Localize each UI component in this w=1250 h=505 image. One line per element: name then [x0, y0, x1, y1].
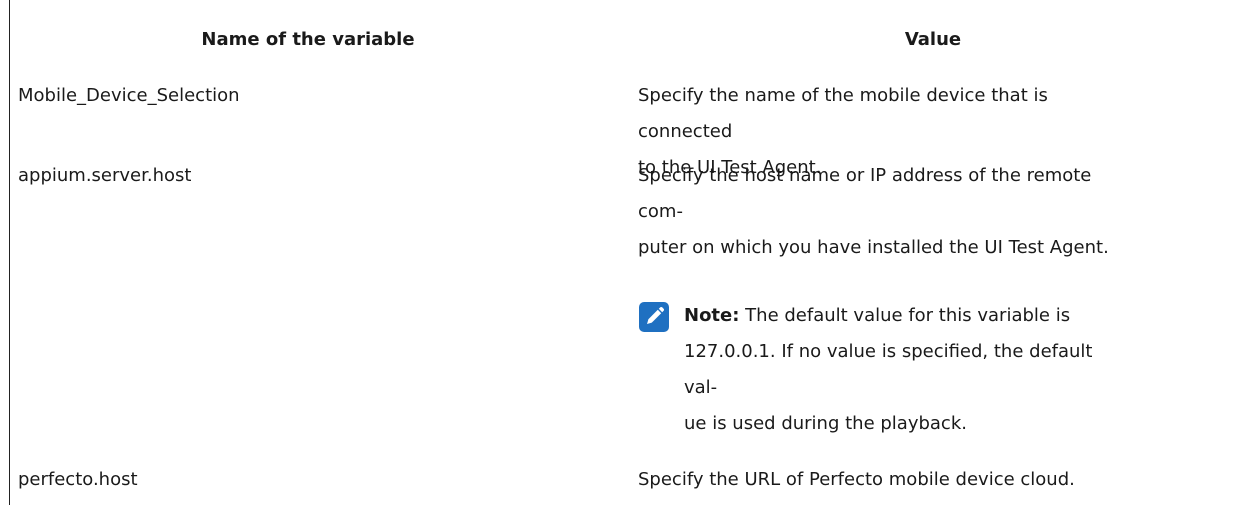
table-row: Mobile_Device_Selection Specify the name…	[18, 78, 1250, 178]
variable-name-cell: Mobile_Device_Selection	[18, 85, 240, 106]
note-pencil-icon	[639, 302, 669, 332]
value-line: Specify the host name or IP address of t…	[638, 165, 1092, 222]
header-name-of-variable: Name of the variable	[201, 29, 415, 50]
note-line-2: 127.0.0.1. If no value is specified, the…	[684, 341, 1093, 398]
variable-name-cell: appium.server.host	[18, 165, 192, 186]
note-line-text: The default value for this variable is	[739, 305, 1071, 326]
value-line: puter on which you have installed the UI…	[638, 237, 1109, 258]
variable-name-cell: perfecto.host	[18, 469, 138, 490]
table-header-row: Name of the variable Value	[18, 22, 1250, 58]
note-label: Note:	[684, 305, 740, 326]
value-line: Specify the name of the mobile device th…	[638, 85, 1048, 142]
note-line-1: Note: The default value for this variabl…	[684, 298, 1124, 334]
note-text: Note: The default value for this variabl…	[684, 298, 1124, 442]
note-line-3: ue is used during the playback.	[684, 413, 967, 434]
header-value: Value	[904, 29, 962, 50]
table-row: appium.server.host Specify the host name…	[18, 158, 1250, 258]
variable-value-cell: Specify the host name or IP address of t…	[638, 158, 1118, 266]
value-line: Specify the URL of Perfecto mobile devic…	[638, 469, 1075, 490]
note-callout: Note: The default value for this variabl…	[638, 298, 1138, 434]
document-page: Name of the variable Value Mobile_Device…	[0, 0, 1250, 505]
table-row: perfecto.host Specify the URL of Perfect…	[18, 462, 1250, 498]
variable-value-cell: Specify the URL of Perfecto mobile devic…	[638, 462, 1118, 498]
left-border-line	[9, 0, 10, 505]
